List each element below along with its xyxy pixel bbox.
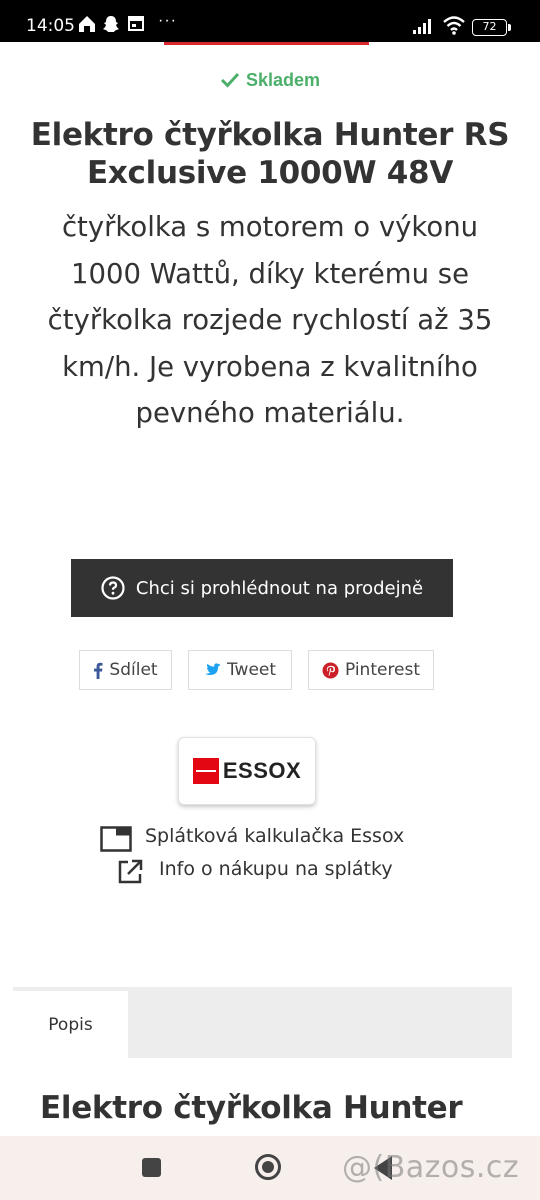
description-line: km/h. Je vyrobena z kvalitního [62, 350, 478, 383]
tab-popis[interactable]: Popis [13, 991, 128, 1058]
product-title-line: Elektro čtyřkolka Hunter RS [30, 117, 510, 153]
twitter-share-button[interactable]: Tweet [188, 650, 292, 690]
description-line: čtyřkolka rozjede rychlostí až 35 [47, 304, 493, 336]
description-line: čtyřkolka s motorem o výkonu [61, 211, 479, 243]
pinterest-icon [322, 662, 339, 678]
essox-logo-mark [192, 758, 219, 784]
recent-apps-button[interactable] [142, 1158, 161, 1177]
description-section-title: Elektro čtyřkolka Hunter [40, 1090, 463, 1126]
twitter-icon [205, 663, 221, 675]
wifi-icon [442, 15, 466, 40]
description-line: 1000 Wattů, díky kterému se [71, 257, 469, 290]
calendar-icon [127, 14, 145, 37]
installment-calculator-link[interactable]: Splátková kalkulačka Essox [100, 825, 405, 852]
facebook-icon [94, 662, 103, 679]
signal-icon [412, 17, 436, 40]
installment-info-label: Info o nákupu na splátky [159, 858, 393, 880]
description-line: pevného materiálu. [135, 397, 405, 429]
snapchat-icon [102, 14, 120, 39]
checkmark-icon [220, 72, 240, 88]
twitter-share-label: Tweet [226, 660, 277, 680]
bazos-watermark: @(Bazos.cz [342, 1150, 520, 1185]
facebook-share-label: Sdílet [109, 660, 158, 680]
facebook-share-button[interactable]: Sdílet [79, 650, 172, 690]
installment-info-link[interactable]: Info o nákupu na splátky [118, 858, 393, 884]
home-button[interactable] [255, 1154, 281, 1180]
question-circle-icon [101, 576, 125, 600]
pinterest-share-label: Pinterest [344, 660, 421, 680]
view-in-store-label: Chci si prohlédnout na prodejně [135, 577, 424, 599]
installment-calculator-label: Splátková kalkulačka Essox [145, 825, 405, 847]
stock-status: Skladem [0, 70, 540, 91]
status-time: 14:05 [26, 16, 75, 36]
more-notifications-icon: ··· [158, 12, 177, 29]
product-description: čtyřkolka s motorem o výkonu 1000 Wattů,… [15, 204, 525, 437]
stock-label: Skladem [245, 70, 321, 90]
essox-logo-button[interactable]: ESSOX [178, 737, 316, 805]
home-icon [77, 14, 97, 39]
product-title-line: Exclusive 1000W 48V [86, 155, 454, 191]
view-in-store-button[interactable]: Chci si prohlédnout na prodejně [71, 559, 453, 617]
pinterest-share-button[interactable]: Pinterest [308, 650, 434, 690]
window-icon [100, 826, 132, 852]
external-link-icon [118, 859, 143, 884]
battery-indicator: 72 [472, 19, 511, 36]
product-title: Elektro čtyřkolka Hunter RS Exclusive 10… [20, 116, 520, 192]
essox-logo-text: ESSOX [222, 758, 302, 783]
status-bar: 14:05 ··· 72 [0, 0, 540, 42]
header-accent-line [164, 42, 369, 45]
